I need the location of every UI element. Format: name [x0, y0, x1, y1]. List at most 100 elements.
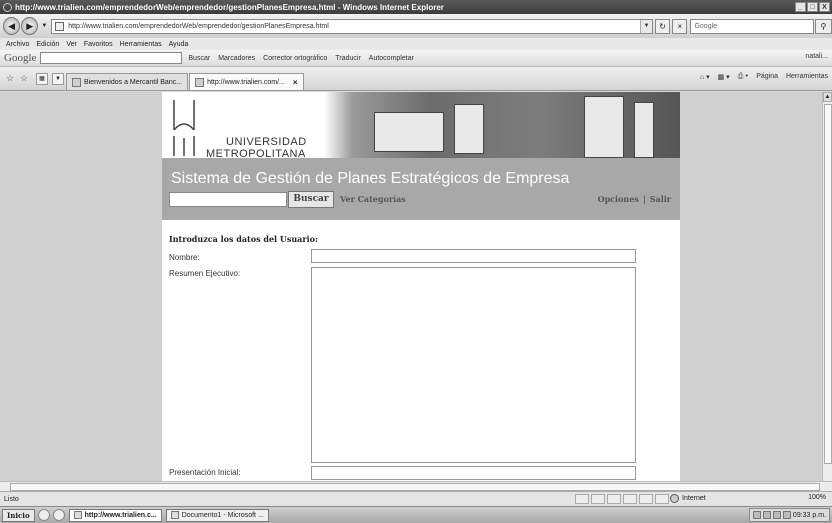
name-label: Nombre: — [169, 253, 200, 262]
address-dropdown-icon[interactable]: ▼ — [639, 19, 652, 33]
refresh-icon[interactable]: ↻ — [654, 18, 671, 34]
name-field[interactable] — [311, 249, 636, 263]
address-row: ◀ ▶ ▼ http://www.trialien.com/emprendedo… — [0, 14, 832, 38]
site-search-input[interactable] — [169, 192, 287, 207]
tab-mercantil[interactable]: Bienvenidos a Mercantil Banc... — [66, 73, 189, 90]
menu-archivo[interactable]: Archivo — [6, 41, 29, 48]
feeds-icon[interactable]: ▩ ▾ — [718, 73, 730, 81]
view-categories-link[interactable]: Ver Categorías — [340, 194, 406, 204]
ie-favicon-icon — [195, 77, 205, 87]
horizontal-scroll-thumb[interactable] — [10, 483, 820, 491]
stop-icon[interactable]: × — [672, 18, 688, 34]
taskbar: Inicio http://www.trialien.c... Document… — [0, 506, 832, 523]
presentation-label: Presentación Inicial: — [169, 468, 241, 477]
system-title: Sistema de Gestión de Planes Estratégico… — [171, 170, 570, 187]
tab-label: http://www.trialien.com/... — [207, 78, 285, 86]
horizontal-scrollbar[interactable] — [0, 481, 832, 491]
header-links: Opciones | Salir — [598, 194, 671, 204]
menu-ayuda[interactable]: Ayuda — [169, 41, 189, 48]
vertical-scroll-thumb[interactable] — [824, 104, 832, 464]
search-button[interactable]: Buscar — [288, 191, 334, 208]
page-menu[interactable]: Página — [756, 73, 778, 81]
start-button[interactable]: Inicio — [2, 508, 35, 522]
clock: 09:33 p.m. — [792, 511, 826, 519]
vertical-scrollbar[interactable]: ▲ — [822, 92, 832, 481]
close-window-button[interactable]: X — [819, 2, 830, 12]
print-icon[interactable]: ⎙ ▾ — [738, 73, 749, 81]
tray-icon[interactable] — [772, 511, 781, 519]
system-header: Sistema de Gestión de Planes Estratégico… — [162, 158, 680, 220]
campus-photo — [324, 92, 680, 158]
back-button[interactable]: ◀ — [3, 17, 21, 35]
address-field[interactable]: http://www.trialien.com/emprendedorWeb/e… — [51, 18, 653, 34]
spellcheck-button[interactable]: Corrector ortográfico — [263, 55, 327, 62]
address-url: http://www.trialien.com/emprendedorWeb/e… — [68, 22, 329, 30]
menu-favoritos[interactable]: Favoritos — [84, 41, 113, 48]
link-separator: | — [642, 194, 646, 204]
command-bar: ⌂ ▾ ▩ ▾ ⎙ ▾ Página Herramientas — [700, 73, 828, 81]
quick-tabs-icon[interactable]: ▦ — [36, 72, 48, 85]
add-favorite-icon[interactable]: ☆ — [20, 73, 32, 84]
ie-icon — [3, 2, 12, 12]
google-bookmarks-button[interactable]: Marcadores — [218, 55, 255, 62]
menu-ver[interactable]: Ver — [66, 41, 77, 48]
tray-icon[interactable] — [762, 511, 771, 519]
minimize-button[interactable]: _ — [795, 2, 806, 12]
web-page: UNIVERSIDAD METROPOLITANA Sistema de Ges… — [162, 92, 680, 481]
google-search-button[interactable]: Buscar — [188, 55, 210, 62]
google-user[interactable]: natali... — [805, 53, 828, 60]
favorites-star-icon[interactable]: ☆ — [6, 73, 18, 84]
google-search-input[interactable] — [40, 52, 183, 64]
search-icon[interactable]: ⚲ — [814, 18, 832, 34]
google-logo: Google — [4, 52, 37, 64]
presentation-field[interactable] — [311, 466, 636, 480]
home-icon[interactable]: ⌂ ▾ — [700, 73, 710, 81]
scroll-up-icon[interactable]: ▲ — [823, 92, 832, 102]
ie-task-icon — [73, 511, 82, 519]
zone-label: Internet — [682, 495, 706, 502]
zoom-level[interactable]: 100% — [808, 494, 826, 501]
status-bar: Listo Internet 100% — [0, 491, 832, 506]
university-logo-icon — [173, 100, 195, 156]
tray-icon[interactable] — [752, 511, 761, 519]
menu-edicion[interactable]: Edición — [36, 41, 59, 48]
close-tab-icon[interactable]: × — [293, 78, 298, 87]
summary-label: Resumen Ejecutivo: — [169, 269, 241, 278]
quicklaunch-ie-icon[interactable] — [52, 509, 65, 521]
window-title-bar: http://www.trialien.com/emprendedorWeb/e… — [0, 0, 832, 14]
taskbar-item-label: Documento1 - Microsoft ... — [181, 511, 264, 519]
security-zone: Internet — [670, 494, 706, 503]
google-toolbar: Google Buscar Marcadores Corrector ortog… — [0, 50, 832, 67]
status-text: Listo — [4, 495, 19, 503]
form-title: Introduzca los datos del Usuario: — [169, 234, 318, 244]
taskbar-item-label: http://www.trialien.c... — [84, 511, 157, 519]
university-banner: UNIVERSIDAD METROPOLITANA — [162, 92, 680, 160]
summary-textarea[interactable] — [311, 267, 636, 463]
system-tray: 09:33 p.m. — [748, 508, 830, 522]
maximize-button[interactable]: □ — [807, 2, 818, 12]
word-task-icon — [170, 511, 179, 519]
autofill-button[interactable]: Autocompletar — [369, 55, 414, 62]
browser-search-input[interactable]: Google — [690, 18, 814, 34]
tray-icon[interactable] — [782, 511, 791, 519]
history-dropdown-icon[interactable]: ▼ — [41, 23, 47, 29]
tab-bar: ☆ ☆ ▦ ▼ Bienvenidos a Mercantil Banc... … — [0, 67, 832, 91]
taskbar-item-ie[interactable]: http://www.trialien.c... — [68, 508, 162, 522]
tab-trialien[interactable]: http://www.trialien.com/... × — [189, 73, 304, 90]
quicklaunch-icon[interactable] — [37, 509, 50, 521]
window-title: http://www.trialien.com/emprendedorWeb/e… — [15, 2, 444, 12]
logout-link[interactable]: Salir — [650, 194, 671, 204]
menu-bar: Archivo Edición Ver Favoritos Herramient… — [0, 38, 832, 50]
taskbar-item-word[interactable]: Documento1 - Microsoft ... — [165, 508, 269, 522]
translate-button[interactable]: Traducir — [335, 55, 360, 62]
tools-menu[interactable]: Herramientas — [786, 73, 828, 81]
options-link[interactable]: Opciones — [598, 194, 639, 204]
browser-viewport: UNIVERSIDAD METROPOLITANA Sistema de Ges… — [0, 92, 822, 481]
tab-list-icon[interactable]: ▼ — [52, 72, 64, 85]
tab-label: Bienvenidos a Mercantil Banc... — [84, 78, 183, 86]
bank-favicon-icon — [72, 77, 81, 87]
forward-button[interactable]: ▶ — [21, 17, 39, 35]
university-name-line1: UNIVERSIDAD — [226, 136, 307, 148]
menu-herramientas[interactable]: Herramientas — [120, 41, 162, 48]
globe-icon — [670, 494, 679, 503]
